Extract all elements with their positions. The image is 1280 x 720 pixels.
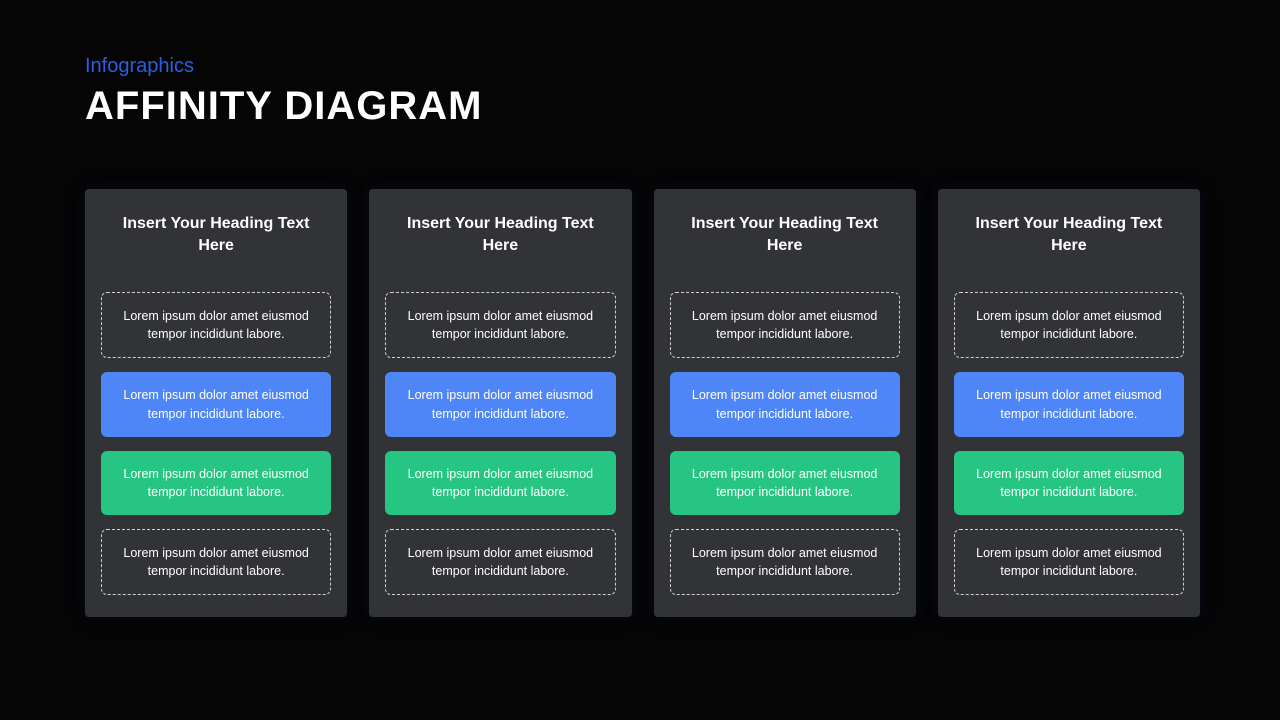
affinity-card: Lorem ipsum dolor amet eiusmod tempor in…	[954, 292, 1184, 358]
affinity-card: Lorem ipsum dolor amet eiusmod tempor in…	[670, 451, 900, 515]
affinity-column: Insert Your Heading Text Here Lorem ipsu…	[938, 189, 1200, 617]
affinity-columns: Insert Your Heading Text Here Lorem ipsu…	[85, 189, 1200, 617]
affinity-card: Lorem ipsum dolor amet eiusmod tempor in…	[385, 292, 615, 358]
affinity-column: Insert Your Heading Text Here Lorem ipsu…	[654, 189, 916, 617]
affinity-card: Lorem ipsum dolor amet eiusmod tempor in…	[101, 372, 331, 436]
affinity-card: Lorem ipsum dolor amet eiusmod tempor in…	[385, 372, 615, 436]
affinity-card: Lorem ipsum dolor amet eiusmod tempor in…	[954, 372, 1184, 436]
affinity-card: Lorem ipsum dolor amet eiusmod tempor in…	[101, 451, 331, 515]
slide-eyebrow: Infographics	[85, 55, 1200, 78]
column-heading: Insert Your Heading Text Here	[670, 213, 900, 256]
affinity-card: Lorem ipsum dolor amet eiusmod tempor in…	[670, 372, 900, 436]
slide: Infographics AFFINITY DIAGRAM Insert You…	[0, 0, 1280, 720]
column-heading: Insert Your Heading Text Here	[954, 213, 1184, 256]
slide-title: AFFINITY DIAGRAM	[85, 84, 1200, 129]
column-heading: Insert Your Heading Text Here	[385, 213, 615, 256]
affinity-card: Lorem ipsum dolor amet eiusmod tempor in…	[385, 451, 615, 515]
affinity-card: Lorem ipsum dolor amet eiusmod tempor in…	[101, 292, 331, 358]
affinity-card: Lorem ipsum dolor amet eiusmod tempor in…	[670, 529, 900, 595]
affinity-column: Insert Your Heading Text Here Lorem ipsu…	[85, 189, 347, 617]
affinity-card: Lorem ipsum dolor amet eiusmod tempor in…	[954, 529, 1184, 595]
column-heading: Insert Your Heading Text Here	[101, 213, 331, 256]
affinity-card: Lorem ipsum dolor amet eiusmod tempor in…	[954, 451, 1184, 515]
affinity-column: Insert Your Heading Text Here Lorem ipsu…	[369, 189, 631, 617]
affinity-card: Lorem ipsum dolor amet eiusmod tempor in…	[101, 529, 331, 595]
affinity-card: Lorem ipsum dolor amet eiusmod tempor in…	[385, 529, 615, 595]
affinity-card: Lorem ipsum dolor amet eiusmod tempor in…	[670, 292, 900, 358]
